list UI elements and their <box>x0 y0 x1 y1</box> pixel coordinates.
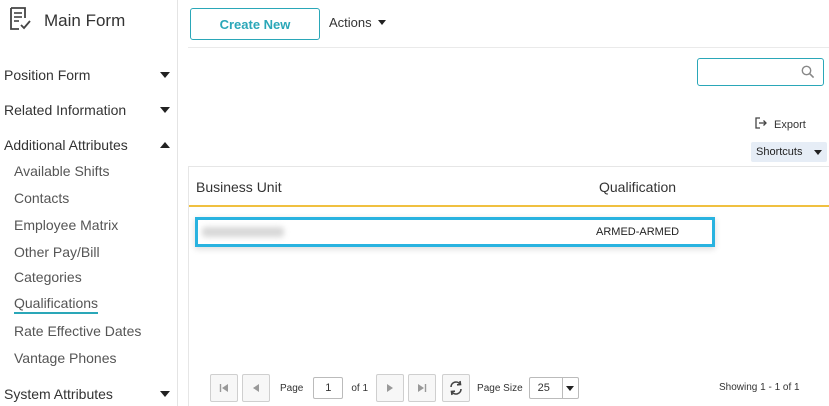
sidebar-item-contacts[interactable]: Contacts <box>14 188 69 208</box>
toolbar-divider <box>188 47 829 48</box>
refresh-icon <box>450 380 462 396</box>
next-page-icon <box>387 384 394 392</box>
last-page-button[interactable] <box>408 374 437 402</box>
table-row[interactable]: ARMED-ARMED <box>195 217 715 247</box>
sidebar-item-available-shifts[interactable]: Available Shifts <box>14 161 109 181</box>
previous-page-icon <box>253 384 259 392</box>
export-icon <box>754 116 768 133</box>
page-label: Page <box>280 382 304 394</box>
pager: Page 1 of 1 Page Size 25 <box>210 374 579 402</box>
sidebar-item-vantage-phones[interactable]: Vantage Phones <box>14 348 117 368</box>
page-size-value: 25 <box>537 382 550 394</box>
shortcuts-dropdown[interactable]: Shortcuts <box>751 142 827 162</box>
section-label: Additional Attributes <box>4 137 128 153</box>
column-header-business-unit[interactable]: Business Unit <box>196 179 282 195</box>
section-label: Position Form <box>4 67 91 83</box>
chevron-down-icon <box>160 391 170 397</box>
grid-header: Business Unit Qualification <box>189 167 829 207</box>
chevron-down-icon <box>814 149 822 155</box>
page-size-label: Page Size <box>477 382 523 394</box>
page-size-select[interactable]: 25 <box>528 377 579 399</box>
last-page-icon <box>418 384 427 392</box>
actions-dropdown[interactable]: Actions <box>329 15 386 30</box>
page-size-dropdown-button[interactable] <box>561 378 578 398</box>
sidebar-item-qualifications[interactable]: Qualifications <box>14 294 99 314</box>
showing-count: Showing 1 - 1 of 1 <box>719 382 800 393</box>
create-new-button[interactable]: Create New <box>190 8 320 40</box>
search-icon[interactable] <box>801 65 815 84</box>
sidebar-item-employee-matrix[interactable]: Employee Matrix <box>14 215 118 235</box>
refresh-button[interactable] <box>442 374 471 402</box>
qualification-cell: ARMED-ARMED <box>596 226 680 238</box>
section-label: System Attributes <box>4 386 113 402</box>
section-additional-attributes[interactable]: Additional Attributes <box>4 134 174 156</box>
first-page-button[interactable] <box>210 374 238 402</box>
sidebar: Main Form Position Form Related Informat… <box>0 0 178 406</box>
sidebar-item-rate-effective-dates[interactable]: Rate Effective Dates <box>14 321 141 341</box>
chevron-down-icon <box>160 107 170 113</box>
chevron-down-icon <box>160 72 170 78</box>
shortcuts-label: Shortcuts <box>756 146 803 158</box>
business-unit-cell <box>202 227 284 237</box>
next-page-button[interactable] <box>376 374 405 402</box>
main-form-header[interactable]: Main Form <box>8 6 126 37</box>
chevron-up-icon <box>160 142 170 148</box>
form-icon <box>8 6 32 37</box>
section-system-attributes[interactable]: System Attributes <box>4 383 174 405</box>
column-header-qualification[interactable]: Qualification <box>599 179 676 195</box>
chevron-down-icon <box>377 20 386 25</box>
first-page-icon <box>219 384 228 392</box>
qualifications-grid: Business Unit Qualification ARMED-ARMED <box>188 166 829 406</box>
page-number-input[interactable]: 1 <box>313 377 344 399</box>
chevron-down-icon <box>566 385 575 391</box>
sidebar-item-other-pay-bill[interactable]: Other Pay/Bill <box>14 242 100 262</box>
section-related-information[interactable]: Related Information <box>4 99 174 121</box>
search-input[interactable] <box>697 58 824 86</box>
main-form-title: Main Form <box>44 11 126 30</box>
section-label: Related Information <box>4 102 127 118</box>
export-label: Export <box>774 118 806 131</box>
export-button[interactable]: Export <box>754 116 806 133</box>
previous-page-button[interactable] <box>242 374 270 402</box>
page-count-label: of 1 <box>351 382 369 394</box>
sidebar-item-categories[interactable]: Categories <box>14 267 82 287</box>
section-position-form[interactable]: Position Form <box>4 64 174 86</box>
actions-label: Actions <box>329 15 372 30</box>
